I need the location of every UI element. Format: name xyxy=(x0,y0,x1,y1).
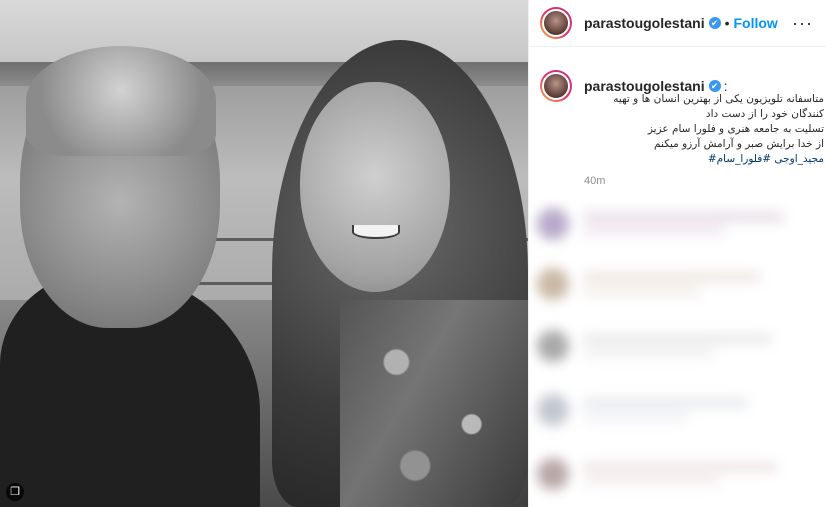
comment-avatar xyxy=(537,268,569,300)
blurred-comment xyxy=(537,324,819,368)
comment-avatar xyxy=(537,458,569,490)
blurred-comment xyxy=(537,262,819,306)
photo-person-left-hair xyxy=(26,46,216,156)
comment-avatar xyxy=(537,330,569,362)
photo-person-right-smile xyxy=(352,225,400,239)
caption-verified-badge-icon: ✔ xyxy=(708,80,721,92)
photo-scarf-pattern xyxy=(340,300,528,507)
blurred-comment xyxy=(537,452,819,496)
avatar-image xyxy=(542,9,570,37)
blurred-comment xyxy=(537,388,819,432)
verified-badge-icon: ✔ xyxy=(708,17,721,29)
post-caption: parastougolestani ✔ : متاسفانه تلویزیون … xyxy=(540,70,824,187)
more-options-icon[interactable]: ··· xyxy=(792,14,813,32)
comment-avatar xyxy=(537,394,569,426)
username-link[interactable]: parastougolestani xyxy=(584,15,705,31)
post-sidebar: parastougolestani ✔ • Follow ··· parasto… xyxy=(528,0,826,507)
post-header: parastougolestani ✔ • Follow ··· xyxy=(529,0,826,47)
post-timestamp[interactable]: 40m xyxy=(584,175,820,187)
caption-line: متاسفانه تلویزیون یکی از بهترین انسان ها… xyxy=(613,93,824,105)
follow-button[interactable]: Follow xyxy=(734,15,778,31)
caption-line: تسلیت به جامعه هنری و فلورا سام عزیز xyxy=(647,123,824,135)
comments-list xyxy=(529,200,826,507)
avatar[interactable] xyxy=(540,7,572,39)
caption-avatar[interactable] xyxy=(540,70,572,102)
comment-avatar xyxy=(537,208,569,240)
blurred-comment xyxy=(537,202,819,246)
post-photo[interactable]: ❐ xyxy=(0,0,528,507)
caption-hashtags[interactable]: مجید_اوجی #فلورا_سام# xyxy=(584,152,824,167)
caption-line: کنندگان خود را از دست داد xyxy=(705,108,824,120)
caption-text: متاسفانه تلویزیون یکی از بهترین انسان ها… xyxy=(584,92,824,167)
caption-avatar-image xyxy=(542,72,570,100)
header-separator: • xyxy=(724,15,730,31)
multiple-photos-icon: ❐ xyxy=(6,483,24,501)
caption-line: از خدا برایش صبر و آرامش آرزو میکنم xyxy=(654,138,824,150)
photo-person-right-face xyxy=(300,82,450,292)
